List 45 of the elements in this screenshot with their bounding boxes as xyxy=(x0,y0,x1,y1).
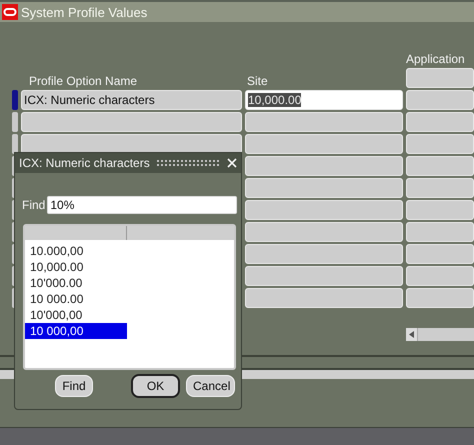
table-cell[interactable] xyxy=(406,178,474,198)
table-cell[interactable]: ICX: Numeric characters xyxy=(21,90,242,110)
list-item[interactable]: 10 000,00 xyxy=(25,323,127,339)
table-cell[interactable] xyxy=(245,288,403,308)
table-cell[interactable] xyxy=(245,178,403,198)
list-item[interactable]: 10.000,00 xyxy=(25,243,127,259)
window-title: System Profile Values xyxy=(21,4,148,20)
table-cell[interactable]: 10,000.00 xyxy=(245,90,403,110)
column-header: Profile Option Name xyxy=(28,74,138,88)
find-field[interactable]: 10% xyxy=(47,196,237,214)
table-cell[interactable] xyxy=(245,244,403,264)
table-cell[interactable] xyxy=(245,200,403,220)
column-header: Site xyxy=(246,74,269,88)
table-cell[interactable] xyxy=(245,222,403,242)
table-cell[interactable] xyxy=(406,288,474,308)
dialog-title: ICX: Numeric characters xyxy=(19,156,150,170)
table-cell[interactable] xyxy=(406,156,474,176)
dialog-button[interactable]: OK xyxy=(131,374,180,398)
list-item[interactable]: 10,000.00 xyxy=(25,259,127,275)
scroll-left-icon[interactable] xyxy=(409,331,414,338)
table-cell[interactable] xyxy=(245,156,403,176)
dialog-button[interactable]: Cancel xyxy=(186,375,235,397)
app-logo-icon xyxy=(2,4,18,20)
table-cell[interactable] xyxy=(406,200,474,220)
table-cell[interactable] xyxy=(21,112,242,132)
table-cell[interactable] xyxy=(245,112,403,132)
find-label: Find xyxy=(22,198,46,212)
table-cell[interactable] xyxy=(406,112,474,132)
column-header: Application xyxy=(406,52,466,66)
close-icon[interactable] xyxy=(227,158,237,168)
record-indicator[interactable] xyxy=(12,134,18,154)
list-item[interactable]: 10'000.00 xyxy=(25,275,127,291)
table-cell[interactable] xyxy=(406,222,474,242)
table-cell[interactable] xyxy=(406,68,474,88)
dialog-button[interactable]: Find xyxy=(55,375,93,397)
table-cell[interactable] xyxy=(245,266,403,286)
table-cell[interactable] xyxy=(406,266,474,286)
table-cell[interactable] xyxy=(21,134,242,154)
horizontal-scrollbar[interactable] xyxy=(406,328,474,341)
table-cell[interactable] xyxy=(245,134,403,154)
list-item[interactable]: 10 000.00 xyxy=(25,291,127,307)
table-cell[interactable] xyxy=(406,90,474,110)
table-cell[interactable] xyxy=(406,134,474,154)
table-cell[interactable] xyxy=(406,244,474,264)
list-item[interactable]: 10'000,00 xyxy=(25,307,127,323)
